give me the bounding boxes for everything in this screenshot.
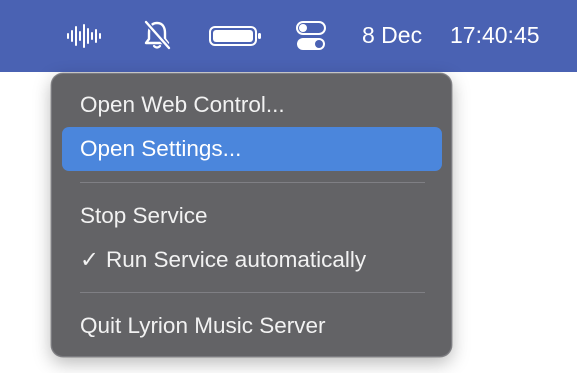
battery-icon[interactable] [208,25,264,47]
menu-item-label: Quit Lyrion Music Server [80,313,326,338]
open-settings-menu-item[interactable]: Open Settings... [62,127,442,171]
quit-menu-item[interactable]: Quit Lyrion Music Server [62,304,442,348]
menu-bar: 8 Dec 17:40:45 [0,0,577,72]
open-web-control-menu-item[interactable]: Open Web Control... [62,83,442,127]
run-service-automatically-menu-item[interactable]: ✓ Run Service automatically [62,238,442,282]
menu-item-label: Run Service automatically [106,247,367,272]
waveform-icon[interactable] [64,22,104,50]
checkmark-icon: ✓ [80,247,99,272]
control-center-icon[interactable] [294,20,328,52]
menu-separator [80,182,425,183]
menu-item-label: Open Web Control... [80,92,285,117]
dropdown-menu: Open Web Control... Open Settings... Sto… [51,73,452,357]
stop-service-menu-item[interactable]: Stop Service [62,194,442,238]
menu-item-label: Open Settings... [80,136,242,161]
menu-item-label: Stop Service [80,203,208,228]
menubar-clock[interactable]: 17:40:45 [450,20,540,50]
menu-separator [80,292,425,293]
mute-icon[interactable] [142,18,172,52]
menubar-date[interactable]: 8 Dec [362,20,422,50]
